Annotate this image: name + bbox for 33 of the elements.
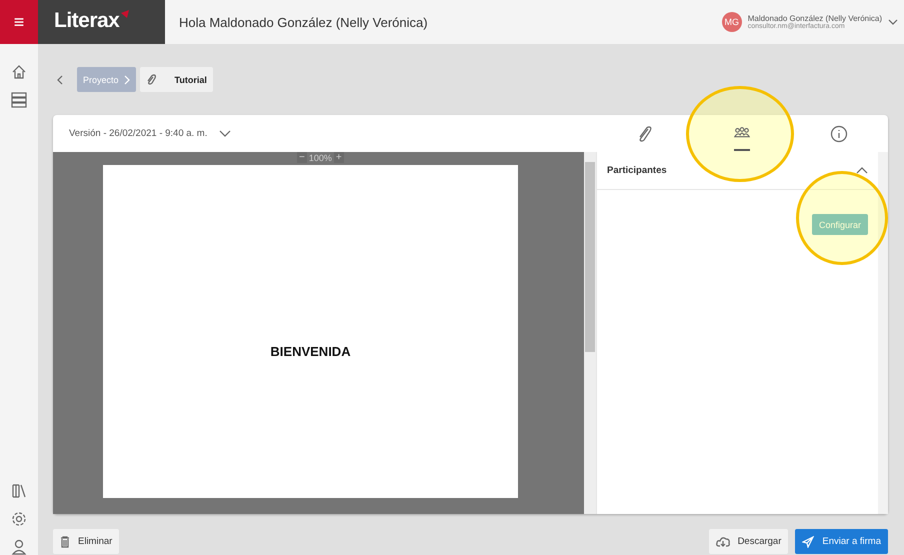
- logo-mark-icon: [120, 10, 130, 18]
- zoom-out-button[interactable]: −: [297, 152, 307, 163]
- send-button[interactable]: Enviar a firma: [795, 529, 888, 554]
- chevron-right-icon: [124, 74, 130, 84]
- trash-icon: [60, 536, 70, 548]
- paperclip-icon: [146, 74, 156, 85]
- info-icon: [830, 125, 848, 143]
- list-icon[interactable]: [11, 92, 27, 108]
- cloud-download-icon: [716, 536, 730, 547]
- books-icon[interactable]: [11, 483, 27, 499]
- scrollbar[interactable]: [584, 152, 596, 514]
- menu-button[interactable]: ≡: [0, 0, 38, 44]
- paper-plane-icon: [802, 536, 814, 548]
- logo: Literax: [54, 10, 120, 34]
- chevron-down-icon: [219, 130, 232, 137]
- section-title: Participantes: [607, 165, 667, 176]
- delete-button[interactable]: Eliminar: [53, 529, 120, 554]
- back-icon[interactable]: [57, 74, 63, 84]
- user-name: Maldonado González (Nelly Verónica): [748, 14, 882, 23]
- chevron-down-icon[interactable]: [888, 19, 898, 25]
- zoom-level: 100%: [308, 152, 332, 162]
- home-icon[interactable]: [11, 64, 27, 80]
- user-icon[interactable]: [11, 539, 27, 555]
- download-button[interactable]: Descargar: [708, 529, 788, 554]
- user-avatar[interactable]: MG: [722, 12, 742, 32]
- scrollbar[interactable]: [878, 152, 888, 514]
- chevron-up-icon[interactable]: [856, 167, 868, 174]
- settings-icon[interactable]: [11, 511, 27, 527]
- page-heading: BIENVENIDA: [270, 344, 351, 359]
- greeting-text: Hola Maldonado González (Nelly Verónica): [179, 14, 429, 30]
- zoom-in-button[interactable]: +: [334, 152, 344, 163]
- version-dropdown[interactable]: Versión - 26/02/2021 - 9:40 a. m.: [69, 128, 596, 139]
- breadcrumb-item[interactable]: Tutorial: [140, 67, 213, 92]
